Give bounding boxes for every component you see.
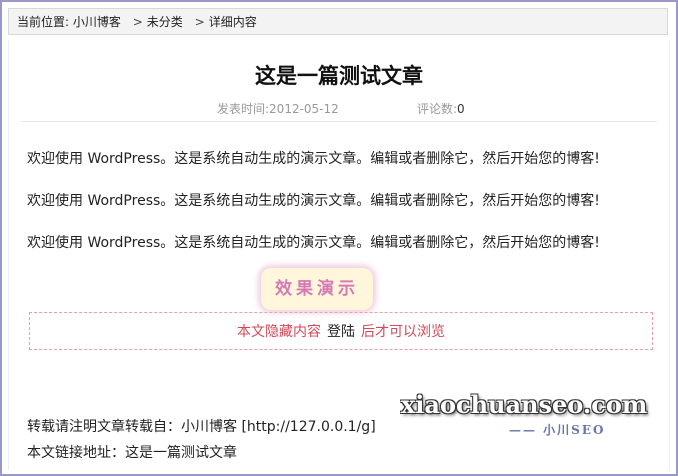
hidden-content-suffix: 后才可以浏览 bbox=[361, 324, 445, 340]
watermark-subtitle: —— 小川SEO bbox=[509, 423, 606, 437]
breadcrumb-prefix: 当前位置: bbox=[17, 15, 70, 29]
hidden-content-notice: 本文隐藏内容 登陆 后才可以浏览 bbox=[29, 312, 653, 350]
login-link[interactable]: 登陆 bbox=[327, 324, 355, 340]
comment-count-label: 评论数: bbox=[417, 102, 458, 116]
publish-date-value: 2012-05-12 bbox=[269, 102, 339, 116]
article-paragraph: 欢迎使用 WordPress。这是系统自动生成的演示文章。编辑或者删除它，然后开… bbox=[27, 235, 600, 251]
comment-count-value: 0 bbox=[457, 102, 465, 116]
breadcrumb-home-link[interactable]: 小川博客 bbox=[73, 15, 121, 29]
breadcrumb-current: 详细内容 bbox=[208, 15, 257, 29]
breadcrumb-separator: > bbox=[194, 15, 205, 29]
watermark-logo: xiaochuanseo.com bbox=[401, 390, 648, 419]
article-paragraph: 欢迎使用 WordPress。这是系统自动生成的演示文章。编辑或者删除它，然后开… bbox=[27, 151, 600, 167]
repost-notice: 转载请注明文章转载自：小川博客 [http://127.0.0.1/g] bbox=[27, 419, 376, 435]
article-title: 这是一篇测试文章 bbox=[255, 63, 423, 88]
demo-button[interactable]: 效果演示 bbox=[261, 268, 373, 310]
breadcrumb: 当前位置: 小川博客 > 未分类 > 详细内容 bbox=[8, 8, 668, 35]
breadcrumb-category-link[interactable]: 未分类 bbox=[147, 15, 183, 29]
publish-date: 发表时间:2012-05-12 bbox=[217, 100, 339, 117]
page-frame: 当前位置: 小川博客 > 未分类 > 详细内容 这是一篇测试文章 发表时间:2012… bbox=[0, 0, 678, 476]
permalink-notice: 本文链接地址：这是一篇测试文章 bbox=[27, 445, 237, 461]
article-meta: 发表时间:2012-05-12 评论数:0 bbox=[9, 100, 669, 118]
article-content: 这是一篇测试文章 发表时间:2012-05-12 评论数:0 欢迎使用 Word… bbox=[8, 40, 670, 470]
breadcrumb-separator: > bbox=[132, 15, 143, 29]
hidden-content-prefix: 本文隐藏内容 bbox=[237, 324, 321, 340]
article-paragraph: 欢迎使用 WordPress。这是系统自动生成的演示文章。编辑或者删除它，然后开… bbox=[27, 193, 600, 209]
publish-date-label: 发表时间: bbox=[217, 102, 270, 116]
comment-count: 评论数:0 bbox=[417, 100, 465, 117]
meta-divider bbox=[21, 121, 657, 122]
